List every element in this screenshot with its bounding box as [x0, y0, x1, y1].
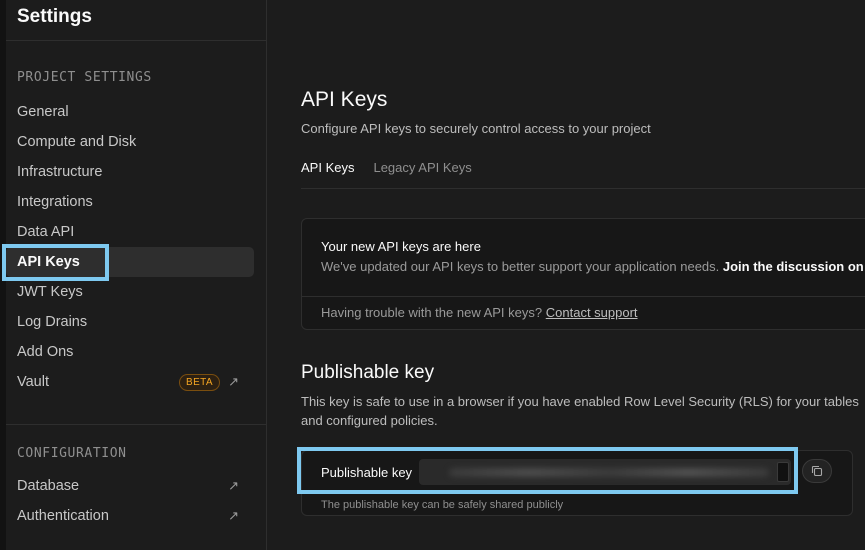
contact-support-link[interactable]: Contact support [546, 305, 638, 320]
external-link-icon: ↗ [228, 478, 239, 493]
publishable-key-note: The publishable key can be safely shared… [321, 499, 564, 511]
external-link-icon: ↗ [228, 374, 239, 389]
copy-icon [811, 465, 823, 477]
sidebar-item-label: Compute and Disk [17, 134, 137, 150]
publishable-key-label: Publishable key [321, 465, 413, 480]
sidebar-item-jwt-keys[interactable]: JWT Keys [6, 277, 254, 307]
tab-divider [301, 188, 865, 189]
publishable-key-description: This key is safe to use in a browser if … [301, 394, 859, 428]
publishable-key-box: Publishable key The publishable key can … [301, 450, 853, 516]
sidebar-item-label: Add Ons [17, 344, 74, 360]
page-title: API Keys [301, 88, 388, 111]
sidebar-item-label: Integrations [17, 194, 93, 210]
sidebar-item-vault[interactable]: Vault BETA ↗ [6, 367, 254, 397]
sidebar-item-integrations[interactable]: Integrations [6, 187, 254, 217]
publishable-key-heading: Publishable key [301, 362, 435, 383]
redacted-key-text [449, 468, 769, 477]
section-title-project-settings: PROJECT SETTINGS [17, 70, 152, 85]
section-title-configuration: CONFIGURATION [17, 446, 127, 461]
sidebar-item-log-drains[interactable]: Log Drains [6, 307, 254, 337]
join-discussion-link[interactable]: Join the discussion on [723, 259, 864, 274]
notice-title: Your new API keys are here [321, 239, 481, 254]
beta-badge: BETA [179, 374, 220, 391]
sidebar-item-label: API Keys [17, 254, 80, 270]
sidebar-item-label: JWT Keys [17, 284, 83, 300]
notice-footer: Having trouble with the new API keys? Co… [321, 305, 638, 320]
sidebar-item-api-keys[interactable]: API Keys [6, 247, 254, 277]
external-link-icon: ↗ [228, 508, 239, 523]
settings-sidebar: Settings PROJECT SETTINGS General Comput… [6, 0, 267, 550]
key-field-scrollbar[interactable] [777, 462, 789, 482]
new-api-keys-notice: Your new API keys are here We've updated… [301, 218, 865, 330]
sidebar-item-database[interactable]: Database ↗ [6, 471, 254, 501]
sidebar-item-label: Log Drains [17, 314, 88, 330]
sidebar-item-label: Database [17, 478, 80, 494]
copy-key-button[interactable] [802, 459, 832, 483]
notice-body-text: We've updated our API keys to better sup… [321, 259, 720, 274]
sidebar-item-general[interactable]: General [6, 97, 254, 127]
sidebar-item-label: Data API [17, 224, 75, 240]
tab-bar: API Keys Legacy API Keys [301, 160, 472, 189]
sidebar-item-authentication[interactable]: Authentication ↗ [6, 501, 254, 531]
publishable-key-value[interactable] [419, 459, 791, 485]
sidebar-item-label: Authentication [17, 508, 109, 524]
sidebar-item-label: Infrastructure [17, 164, 103, 180]
tab-api-keys[interactable]: API Keys [301, 160, 355, 189]
notice-footer-text: Having trouble with the new API keys? [321, 305, 543, 320]
sidebar-item-infrastructure[interactable]: Infrastructure [6, 157, 254, 187]
sidebar-item-label: Vault [17, 374, 49, 390]
notice-divider [302, 296, 865, 297]
sidebar-title: Settings [6, 0, 266, 41]
notice-body: We've updated our API keys to better sup… [321, 259, 864, 274]
main-content: API Keys Configure API keys to securely … [268, 0, 865, 550]
sidebar-item-compute-and-disk[interactable]: Compute and Disk [6, 127, 254, 157]
tab-legacy-api-keys[interactable]: Legacy API Keys [373, 160, 471, 188]
page-subtitle: Configure API keys to securely control a… [301, 121, 651, 136]
sidebar-item-label: General [17, 104, 69, 120]
sidebar-item-add-ons[interactable]: Add Ons [6, 337, 254, 367]
sidebar-item-data-api[interactable]: Data API [6, 217, 254, 247]
